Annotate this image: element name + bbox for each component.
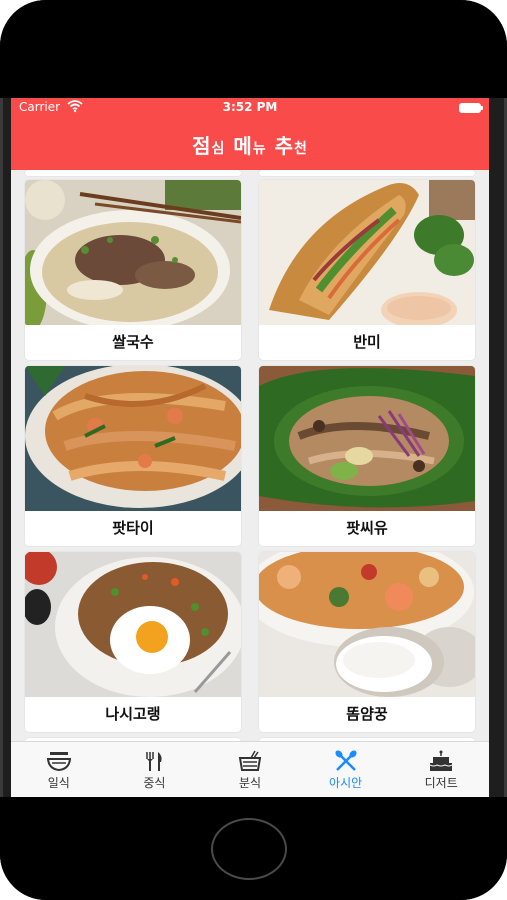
menu-card-partial[interactable] [25, 170, 241, 176]
battery-icon [459, 103, 483, 113]
tab-label: 중식 [143, 776, 166, 790]
menu-card-tom-yum[interactable]: 똠얌꿍 [259, 552, 475, 732]
phone-frame: Carrier 3:52 PM 점심 메뉴 추천 쌀국수 반미 팟타이 팟씨유 … [0, 0, 507, 900]
pad-thai-image [25, 366, 241, 511]
menu-card-partial[interactable] [259, 170, 475, 176]
tab-japanese[interactable]: 일식 [11, 742, 107, 797]
tab-dessert[interactable]: 디저트 [393, 742, 489, 797]
menu-label: 나시고랭 [105, 705, 161, 723]
snack-tray-icon [238, 750, 262, 771]
cake-icon [429, 750, 453, 771]
home-button[interactable] [211, 818, 287, 880]
app-screen: Carrier 3:52 PM 점심 메뉴 추천 쌀국수 반미 팟타이 팟씨유 … [11, 98, 489, 797]
tab-label: 분식 [238, 776, 262, 790]
status-time: 3:52 PM [222, 100, 278, 114]
tab-asian[interactable]: 아시안 [298, 742, 394, 797]
pho-image [25, 180, 241, 325]
menu-label: 반미 [353, 333, 381, 351]
tab-snack[interactable]: 분식 [202, 742, 298, 797]
tab-label: 아시안 [329, 776, 363, 790]
menu-label: 팟씨유 [346, 519, 388, 537]
menu-card-nasi-goreng[interactable]: 나시고랭 [25, 552, 241, 732]
banh-mi-image [259, 180, 475, 325]
tab-label: 일식 [47, 776, 70, 790]
tab-label: 디저트 [424, 776, 458, 790]
fork-knife-icon [146, 752, 162, 771]
menu-label: 똠얌꿍 [346, 705, 388, 723]
tom-yum-image [259, 552, 475, 697]
menu-grid[interactable]: 쌀국수 반미 팟타이 팟씨유 나시고랭 똠얌꿍 [11, 170, 489, 741]
phone-top-bezel [0, 0, 507, 98]
menu-card-pad-see-ew[interactable]: 팟씨유 [259, 366, 475, 546]
navigation-bar: 점심 메뉴 추천 [11, 118, 489, 170]
tab-bar: 일식 중식 분식 아시안 디저트 [11, 741, 489, 797]
menu-card-pho[interactable]: 쌀국수 [25, 180, 241, 360]
menu-card-pad-thai[interactable]: 팟타이 [25, 366, 241, 546]
nasi-goreng-image [25, 552, 241, 697]
crossed-utensils-icon [335, 750, 357, 771]
menu-label: 쌀국수 [112, 333, 154, 351]
bowl-icon [46, 752, 71, 772]
page-title: 점심 메뉴 추천 [192, 134, 308, 158]
tab-chinese[interactable]: 중식 [107, 742, 203, 797]
menu-card-banh-mi[interactable]: 반미 [259, 180, 475, 360]
pad-see-ew-image [259, 366, 475, 511]
menu-label: 팟타이 [112, 519, 154, 537]
status-bar: Carrier 3:52 PM [11, 98, 489, 118]
